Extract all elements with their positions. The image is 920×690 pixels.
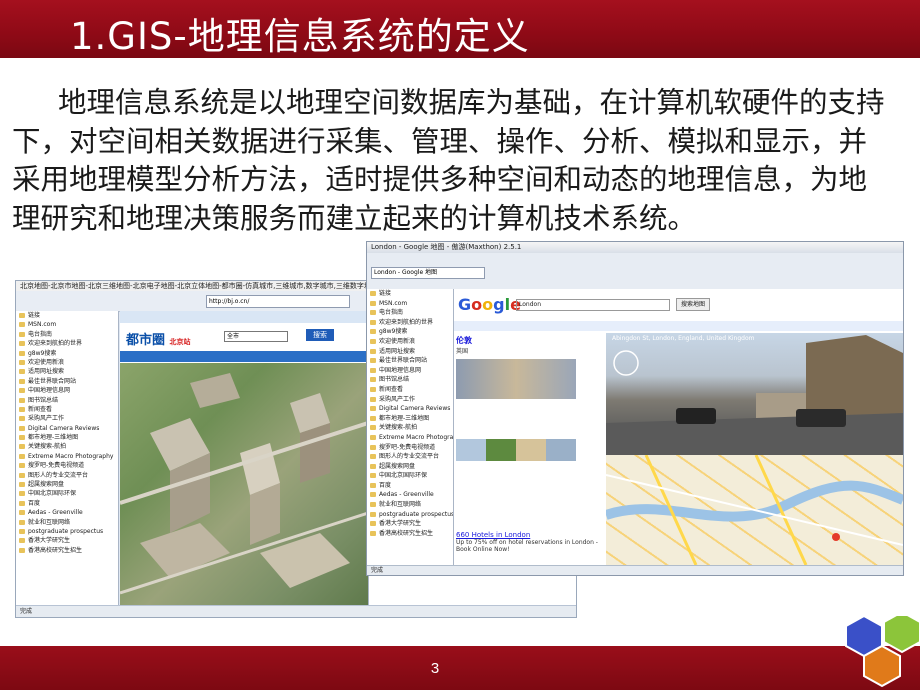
favorite-item[interactable]: 最佳世界联合网站	[16, 377, 118, 386]
street-view-graphic	[606, 335, 903, 455]
favorite-item[interactable]: 搜罗吧-免费电视频道	[16, 461, 118, 470]
street-view-label: Abingdon St, London, England, United Kin…	[612, 335, 755, 342]
screenshot-google-maps-london: London - Google 地图 - 傲游(Maxthon) 2.5.1 L…	[366, 241, 904, 576]
city-3d-map[interactable]	[120, 363, 368, 605]
favorite-item[interactable]: 适用网址搜索	[367, 347, 453, 357]
favorite-item[interactable]: 适用网址搜索	[16, 367, 118, 376]
favorite-item[interactable]: postgraduate prospectus	[16, 527, 118, 536]
map-options-bar	[454, 321, 903, 331]
site-menu-bar	[120, 351, 368, 362]
favorite-item[interactable]: 欢迎来到航拍的世界	[16, 339, 118, 348]
street-view-panorama[interactable]: Abingdon St, London, England, United Kin…	[606, 333, 903, 455]
favorite-item[interactable]: MSN.com	[16, 320, 118, 329]
ad-text: Up to 75% off on hotel reservations in L…	[456, 539, 598, 553]
favorite-item[interactable]: 就业和互联网络	[16, 518, 118, 527]
favorite-item[interactable]: 欢迎来到航拍的世界	[367, 318, 453, 328]
favorite-item[interactable]: 采购风产工作	[16, 414, 118, 423]
favorite-item[interactable]: 电台指南	[16, 330, 118, 339]
browser-toolbar: London - Google 地图	[367, 253, 903, 290]
favorite-item[interactable]: 电台指南	[367, 308, 453, 318]
site-search-button[interactable]: 搜索	[306, 329, 334, 341]
favorites-sidebar: 链接 MSN.com 电台指南 欢迎来到航拍的世界 g8w9搜索 欢迎使用新浪 适用网址搜索…	[367, 289, 454, 565]
definition-paragraph: 地理信息系统是以地理空间数据库为基础，在计算机软硬件的支持下，对空间相关数据进行…	[12, 86, 885, 235]
favorite-item[interactable]: 百度	[16, 499, 118, 508]
map-search-input[interactable]: London	[516, 299, 670, 311]
favorite-item[interactable]: Digital Camera Reviews	[367, 404, 453, 414]
favorite-item[interactable]: 新闻查看	[367, 385, 453, 395]
favorite-item[interactable]: Aedas - Greenville	[16, 508, 118, 517]
map-search-button[interactable]: 搜索地图	[676, 298, 711, 311]
favorite-item[interactable]: 超属搜索网盘	[16, 480, 118, 489]
street-map[interactable]	[606, 455, 903, 565]
site-logo-sub: 北京站	[169, 338, 191, 346]
slide-title: 1.GIS-地理信息系统的定义	[70, 15, 530, 58]
favorite-item[interactable]: 都市地理-三维地图	[16, 433, 118, 442]
site-nav-bar	[120, 311, 368, 323]
hexagon-decoration	[845, 616, 920, 688]
favorite-item[interactable]: g8w9搜索	[16, 349, 118, 358]
favorite-item[interactable]: Digital Camera Reviews	[16, 424, 118, 433]
favorite-item[interactable]: 欢迎使用新浪	[16, 358, 118, 367]
page-number: 3	[430, 660, 440, 677]
favorite-item[interactable]: 香港高校研究生招生	[367, 529, 453, 539]
results-panel: 伦敦 英国 660 Hotels in London Up to 75% off…	[456, 335, 602, 563]
favorite-item[interactable]: 香港高校研究生招生	[16, 546, 118, 555]
footer-bar	[0, 646, 920, 690]
google-logo: Google	[458, 295, 521, 314]
favorite-item[interactable]: 最佳世界联合网站	[367, 356, 453, 366]
favorite-item[interactable]: 中国北京国际环保	[16, 489, 118, 498]
city-3d-map-graphic	[120, 373, 368, 595]
favorite-item[interactable]: 关键搜索-航拍	[16, 442, 118, 451]
favorite-item[interactable]: 香港大学研究生	[16, 536, 118, 545]
hexagon-orange	[863, 644, 901, 688]
favorite-item[interactable]: MSN.com	[367, 299, 453, 309]
browser-status-bar: 完成	[16, 605, 576, 617]
favorite-item[interactable]: 中国地理信息网	[367, 366, 453, 376]
favorite-item[interactable]: 图书馆总结	[16, 396, 118, 405]
favorite-item[interactable]: postgraduate prospectus	[367, 510, 453, 520]
site-logo: 都市圈 北京站	[126, 329, 191, 348]
favorites-sidebar: 链接 MSN.com 电台指南 欢迎来到航拍的世界 g8w9搜索 欢迎使用新浪 适用网址搜索…	[16, 311, 119, 605]
favorite-item[interactable]: 采购风产工作	[367, 395, 453, 405]
street-map-graphic	[606, 455, 903, 565]
favorite-item[interactable]: 香港大学研究生	[367, 519, 453, 529]
favorite-item[interactable]: 图书馆总结	[367, 375, 453, 385]
favorite-item[interactable]: Extreme Macro Photography	[367, 433, 453, 443]
browser-status-bar: 完成	[367, 565, 903, 575]
result-subtitle: 英国	[456, 348, 469, 355]
sponsored-ad: 660 Hotels in London Up to 75% off on ho…	[456, 531, 602, 553]
favorite-item[interactable]: 关键搜索-航拍	[367, 423, 453, 433]
ad-link[interactable]: 660 Hotels in London	[456, 531, 602, 539]
favorite-item[interactable]: 中国地理信息网	[16, 386, 118, 395]
favorite-item[interactable]: 图形人的专业交流平台	[16, 471, 118, 480]
favorite-item[interactable]: 欢迎使用新浪	[367, 337, 453, 347]
result-photos	[456, 359, 576, 399]
browser-title-bar: London - Google 地图 - 傲游(Maxthon) 2.5.1	[367, 242, 903, 253]
favorite-item[interactable]: 新闻查看	[16, 405, 118, 414]
favorite-item[interactable]: 搜罗吧-免费电视频道	[367, 443, 453, 453]
web-page-content: 都市圈 北京站 全市 搜索	[120, 311, 368, 605]
site-search-input[interactable]: 全市	[224, 331, 288, 342]
result-title[interactable]: 伦敦	[456, 335, 602, 346]
favorite-item[interactable]: 图形人的专业交流平台	[367, 452, 453, 462]
favorite-item[interactable]: 链接	[367, 289, 453, 299]
favorite-item[interactable]: 中国北京国际环保	[367, 471, 453, 481]
site-logo-text: 都市圈	[126, 333, 166, 348]
title-bar: 1.GIS-地理信息系统的定义	[0, 0, 920, 58]
hexagon-green	[883, 616, 920, 654]
favorite-item[interactable]: 链接	[16, 311, 118, 320]
url-field[interactable]: http://bj.o.cn/	[206, 295, 350, 308]
favorite-item[interactable]: g8w9搜索	[367, 327, 453, 337]
favorite-item[interactable]: 超属搜索网盘	[367, 462, 453, 472]
favorite-item[interactable]: Extreme Macro Photography	[16, 452, 118, 461]
thumb-row	[456, 439, 576, 461]
browser-tab[interactable]: London - Google 地图	[371, 267, 485, 279]
favorite-item[interactable]: 百度	[367, 481, 453, 491]
google-maps-page: Google London 搜索地图 伦敦 英国 660 Hotels in L…	[454, 289, 903, 565]
favorite-item[interactable]: 就业和互联网络	[367, 500, 453, 510]
favorite-item[interactable]: Aedas - Greenville	[367, 490, 453, 500]
favorite-item[interactable]: 都市地理-三维地图	[367, 414, 453, 424]
